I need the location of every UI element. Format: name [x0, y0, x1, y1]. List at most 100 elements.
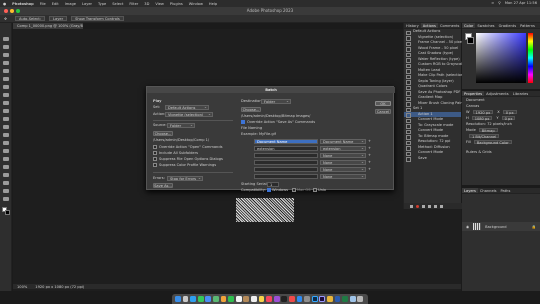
stamp-tool-icon[interactable] — [3, 109, 9, 113]
width-field[interactable]: 1920 px — [472, 109, 494, 115]
lasso-tool-icon[interactable] — [3, 53, 9, 57]
layer-name[interactable]: Background — [485, 225, 506, 229]
bit-depth-dropdown[interactable]: 1 Bit/Channel — [469, 133, 500, 139]
news-icon[interactable] — [288, 296, 295, 302]
path-select-tool-icon[interactable] — [3, 173, 9, 177]
compat-windows-checkbox[interactable] — [267, 188, 271, 192]
naming-dropdown-4[interactable]: None — [320, 160, 366, 165]
tab-swatches[interactable]: Swatches — [475, 23, 496, 28]
menu-view[interactable]: View — [155, 2, 164, 6]
document-tab[interactable]: Comp 1_00000.png @ 100% (Gray/8) — [13, 23, 83, 29]
naming-field-4[interactable] — [254, 160, 318, 165]
chrome-icon[interactable] — [327, 296, 333, 302]
zoom-window-button[interactable] — [16, 9, 20, 13]
compat-unix-checkbox[interactable] — [313, 188, 317, 192]
tab-patterns[interactable]: Patterns — [518, 23, 537, 28]
naming-field-5[interactable] — [254, 167, 318, 172]
background-color-swatch[interactable] — [5, 210, 10, 215]
music-icon[interactable] — [266, 296, 272, 302]
record-icon[interactable] — [416, 204, 419, 208]
marquee-tool-icon[interactable] — [3, 45, 9, 49]
healing-tool-icon[interactable] — [3, 93, 9, 97]
ok-button[interactable]: OK — [375, 101, 391, 106]
tab-paths[interactable]: Paths — [499, 188, 513, 193]
menu-filter[interactable]: Filter — [129, 2, 138, 6]
rulers-grids-section[interactable]: Rulers & Grids — [466, 150, 492, 154]
photoshop-icon[interactable] — [311, 296, 318, 302]
x-field[interactable]: 0 px — [502, 109, 517, 115]
tab-color[interactable]: Color — [462, 23, 476, 28]
word-icon[interactable] — [334, 296, 341, 302]
reminders-icon[interactable] — [250, 296, 257, 302]
menu-select[interactable]: Select — [112, 2, 123, 6]
menu-3d[interactable]: 3D — [144, 2, 149, 6]
mail-icon[interactable] — [205, 296, 212, 302]
trash-icon[interactable] — [440, 204, 443, 208]
finder-icon[interactable] — [175, 296, 181, 302]
destination-choose-button[interactable]: Choose... — [241, 107, 261, 112]
include-subfolders-checkbox[interactable] — [153, 151, 157, 155]
show-transform-checkbox[interactable]: Show Transform Controls — [71, 16, 124, 21]
quick-select-tool-icon[interactable] — [3, 61, 9, 65]
color-picker-field[interactable] — [476, 33, 526, 83]
naming-dropdown-2[interactable]: extension — [320, 146, 366, 151]
naming-field-3[interactable] — [254, 153, 318, 158]
contacts-icon[interactable] — [243, 296, 250, 302]
y-field[interactable]: 0 px — [501, 115, 516, 121]
tab-properties[interactable]: Properties — [462, 91, 485, 96]
suppress-open-options-checkbox[interactable] — [153, 157, 157, 161]
safari-icon[interactable] — [190, 296, 196, 302]
auto-select-target-dropdown[interactable]: Layer — [49, 16, 68, 21]
history-brush-tool-icon[interactable] — [3, 117, 9, 121]
tab-gradients[interactable]: Gradients — [497, 23, 519, 28]
app-store-icon[interactable] — [296, 296, 303, 302]
menu-image[interactable]: Image — [65, 2, 76, 6]
close-window-button[interactable] — [4, 9, 8, 13]
naming-dropdown-1[interactable]: Document Name — [320, 139, 366, 144]
apple-icon[interactable]: ● — [3, 2, 6, 6]
podcasts-icon[interactable] — [273, 296, 280, 302]
settings-icon[interactable] — [304, 296, 310, 302]
hand-tool-icon[interactable] — [3, 189, 9, 193]
zoom-tool-icon[interactable] — [3, 197, 9, 201]
source-dropdown[interactable]: Folder — [167, 123, 195, 128]
cancel-button[interactable]: Cancel — [375, 109, 391, 114]
naming-dropdown-6[interactable]: None — [320, 174, 366, 179]
naming-field-1[interactable]: Document Name — [254, 139, 318, 144]
brush-tool-icon[interactable] — [3, 101, 9, 105]
errors-save-as-button[interactable]: Save As... — [153, 183, 173, 188]
tab-actions[interactable]: Actions — [420, 23, 438, 28]
canvas-image[interactable] — [236, 198, 294, 222]
mode-dropdown[interactable]: Bitmap — [478, 127, 498, 133]
type-tool-icon[interactable] — [3, 165, 9, 169]
messages-icon[interactable] — [197, 296, 204, 302]
tab-libraries[interactable]: Libraries — [511, 91, 531, 96]
naming-field-6[interactable] — [254, 174, 318, 179]
dodge-tool-icon[interactable] — [3, 149, 9, 153]
tab-layers[interactable]: Layers — [462, 188, 478, 193]
naming-field-2[interactable]: extension — [254, 146, 318, 151]
new-action-icon[interactable] — [434, 204, 437, 208]
action-item[interactable]: Save — [404, 156, 461, 161]
eraser-tool-icon[interactable] — [3, 125, 9, 129]
crop-tool-icon[interactable] — [3, 69, 9, 73]
menu-plugins[interactable]: Plugins — [170, 2, 183, 6]
tab-comments[interactable]: Comments — [438, 23, 461, 28]
menu-app[interactable]: Photoshop — [12, 2, 34, 6]
move-tool-icon[interactable] — [3, 37, 9, 41]
menubar-clock[interactable]: Mon 27 Apr 11:56 — [505, 1, 537, 5]
set-dropdown[interactable]: Default Actions — [165, 105, 209, 110]
destination-dropdown[interactable]: Folder — [261, 99, 291, 104]
menu-file[interactable]: File — [40, 2, 46, 6]
preview-icon[interactable] — [349, 296, 356, 302]
suppress-profile-warnings-checkbox[interactable] — [153, 163, 157, 167]
hue-slider[interactable] — [528, 33, 533, 83]
launchpad-icon[interactable] — [182, 296, 189, 302]
excel-icon[interactable] — [342, 296, 348, 302]
override-save-as-checkbox[interactable] — [241, 120, 245, 124]
after-effects-icon[interactable] — [319, 296, 326, 302]
source-choose-button[interactable]: Choose... — [153, 131, 173, 136]
starting-serial-field[interactable]: 1 — [267, 182, 279, 187]
gradient-tool-icon[interactable] — [3, 133, 9, 137]
wifi-icon[interactable]: ≈ — [491, 1, 494, 5]
